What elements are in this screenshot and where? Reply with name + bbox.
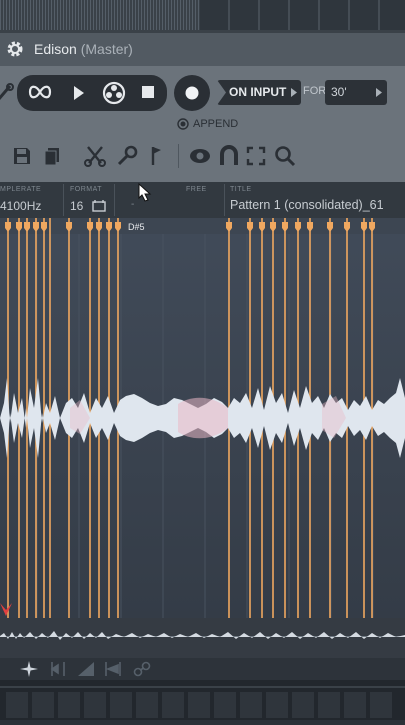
record-mode-select[interactable]: ON INPUT — [217, 80, 301, 105]
bottom-toolbar — [0, 658, 405, 680]
background-waveform — [0, 0, 200, 30]
window-title: Edison (Master) — [34, 41, 133, 57]
format-label: FORMAT — [70, 186, 103, 193]
sample-title[interactable]: Pattern 1 (consolidated)_61 — [230, 198, 384, 212]
record-duration-value: 30' — [331, 85, 347, 99]
record-icon — [185, 86, 199, 100]
fade-icon[interactable] — [78, 662, 94, 676]
background-channel-rack — [0, 680, 405, 720]
copy-icon[interactable] — [42, 146, 62, 166]
chevron-right-icon — [291, 88, 297, 97]
title-label: TITLE — [230, 186, 252, 193]
record-button[interactable] — [174, 75, 210, 111]
append-label: APPEND — [193, 118, 239, 130]
magnet-icon[interactable] — [219, 145, 239, 167]
for-label: FOR — [303, 85, 327, 97]
info-divider — [63, 184, 64, 216]
normalize-icon[interactable] — [105, 662, 121, 676]
format-value[interactable]: 16 — [70, 199, 83, 213]
gear-icon[interactable] — [6, 40, 24, 58]
record-mode-label: ON INPUT — [229, 85, 287, 99]
record-from-input-icon[interactable] — [102, 81, 126, 105]
fit-screen-icon[interactable] — [246, 146, 266, 166]
cursor-icon — [135, 181, 153, 203]
chevron-right-icon — [376, 88, 382, 97]
loop-icon[interactable] — [27, 82, 53, 102]
background-grid — [200, 0, 405, 30]
overview-waveform[interactable] — [0, 618, 405, 658]
length-value: - — [131, 199, 135, 210]
chevron-left-icon — [217, 80, 227, 105]
window-title-text: Edison — [34, 41, 77, 57]
link-icon[interactable] — [0, 82, 14, 104]
toolbar-divider — [178, 144, 179, 168]
play-icon[interactable] — [73, 85, 85, 101]
overview-panel — [0, 618, 405, 720]
edison-title-bar[interactable]: Edison (Master) — [0, 33, 405, 67]
stereo-format-icon[interactable] — [92, 200, 106, 212]
marker-flag-icon[interactable] — [150, 145, 164, 167]
trim-icon[interactable] — [50, 662, 66, 676]
free-label: FREE — [186, 186, 207, 193]
waveform-editor[interactable]: D#5 — [0, 218, 405, 618]
window-subtitle: (Master) — [80, 41, 133, 57]
save-icon[interactable] — [12, 146, 32, 166]
record-duration-select[interactable]: 30' — [325, 80, 387, 105]
scissors-icon[interactable] — [84, 145, 106, 167]
background-playlist-strip — [0, 0, 405, 33]
pitch-marker-label: D#5 — [128, 222, 145, 232]
zoom-icon[interactable] — [274, 145, 296, 167]
chain-icon[interactable] — [133, 661, 151, 677]
samplerate-label: MPLERATE — [0, 186, 42, 193]
sparkle-icon[interactable] — [20, 661, 38, 677]
eye-icon[interactable] — [189, 146, 211, 166]
sample-info-bar: MPLERATE 4100Hz FORMAT 16 - FREE TITLE P… — [0, 182, 405, 218]
append-radio[interactable] — [177, 118, 189, 130]
wrench-icon[interactable] — [116, 145, 138, 167]
info-divider — [224, 184, 225, 216]
stop-icon[interactable] — [142, 86, 154, 98]
info-divider — [114, 184, 115, 216]
samplerate-value[interactable]: 4100Hz — [0, 199, 41, 213]
